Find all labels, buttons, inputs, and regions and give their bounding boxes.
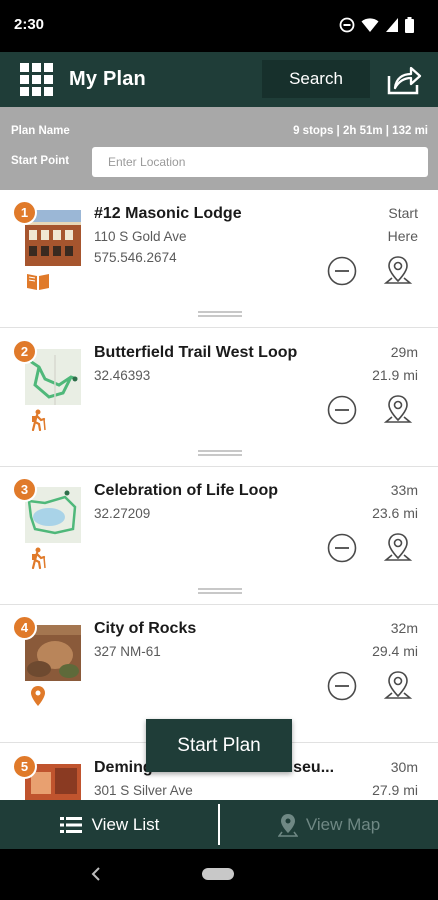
view-list-label: View List [91,814,160,834]
stop-number-badge: 1 [12,200,37,225]
home-pill[interactable] [202,868,234,880]
status-icons [339,17,414,33]
stop-travel-time: 30m [390,759,418,775]
start-point-label: Start Point [11,155,70,167]
view-map-label: View Map [305,814,381,834]
app-header: My Plan Search [0,52,438,107]
stop-distance: 29.4 mi [372,643,418,659]
stop-distance: Here [387,228,418,244]
plan-summary: 9 stops | 2h 51m | 132 mi [293,125,428,137]
search-button[interactable]: Search [262,60,370,98]
remove-stop-icon[interactable] [327,533,357,563]
stop-phone[interactable]: 575.546.2674 [94,250,177,265]
view-map-tab[interactable]: View Map [220,800,438,849]
stop-distance: 27.9 mi [372,782,418,798]
stop-title[interactable]: Celebration of Life Loop [94,482,364,500]
drag-handle[interactable] [198,311,242,317]
hiker-icon [31,409,46,431]
back-icon[interactable] [88,865,104,883]
stop-coordinates: 32.27209 [94,506,151,521]
map-pin-icon[interactable] [383,254,413,288]
view-list-tab[interactable]: View List [0,800,219,849]
stop-address: 327 NM-61 [94,644,161,659]
signal-icon [386,18,398,32]
remove-stop-icon[interactable] [327,256,357,286]
stop-travel-time: Start [388,205,418,221]
drag-handle[interactable] [198,450,242,456]
stop-number-badge: 4 [12,615,37,640]
remove-stop-icon[interactable] [327,395,357,425]
map-pin-icon[interactable] [383,393,413,427]
stop-address: 110 S Gold Ave [94,229,187,244]
do-not-disturb-icon [339,17,355,33]
stop-travel-time: 32m [390,620,418,636]
map-pin-icon[interactable] [383,531,413,565]
plan-name-label[interactable]: Plan Name [11,125,70,137]
remove-stop-icon[interactable] [327,671,357,701]
drag-handle[interactable] [198,588,242,594]
menu-grid-icon[interactable] [20,63,53,96]
stop-card[interactable]: 2 Butterfield Trail West Loop 32.46393 2… [0,329,438,467]
book-icon [27,274,49,290]
page-title: My Plan [69,68,146,90]
map-pin-icon[interactable] [383,669,413,703]
map-marker-icon [277,813,298,837]
bottom-bar: View List View Map [0,800,438,849]
stop-distance: 23.6 mi [372,505,418,521]
plan-panel: Plan Name 9 stops | 2h 51m | 132 mi Star… [0,107,438,190]
location-pin-icon [31,686,45,706]
stop-card[interactable]: 3 Celebration of Life Loop 32.27209 33m … [0,467,438,605]
wifi-icon [361,18,379,32]
stop-distance: 21.9 mi [372,367,418,383]
stop-number-badge: 2 [12,339,37,364]
stops-list[interactable]: 1 #12 Masonic Lodge 110 S Gold Ave 575.5… [0,190,438,800]
list-icon [59,816,82,833]
stop-coordinates: 32.46393 [94,368,151,383]
system-nav-bar [0,849,438,900]
stop-title[interactable]: Butterfield Trail West Loop [94,344,364,362]
share-icon[interactable] [386,64,422,96]
status-time: 2:30 [14,16,45,33]
stop-title[interactable]: #12 Masonic Lodge [94,205,364,223]
stop-card[interactable]: 1 #12 Masonic Lodge 110 S Gold Ave 575.5… [0,190,438,328]
stop-travel-time: 29m [390,344,418,360]
hiker-icon [31,547,46,569]
stop-travel-time: 33m [390,482,418,498]
start-plan-button[interactable]: Start Plan [146,719,292,772]
stop-address: 301 S Silver Ave [94,783,193,798]
status-bar: 2:30 [0,0,438,52]
stop-number-badge: 5 [12,754,37,779]
battery-icon [405,17,414,33]
start-location-input[interactable] [92,147,428,177]
stop-number-badge: 3 [12,477,37,502]
stop-title[interactable]: City of Rocks [94,620,364,638]
